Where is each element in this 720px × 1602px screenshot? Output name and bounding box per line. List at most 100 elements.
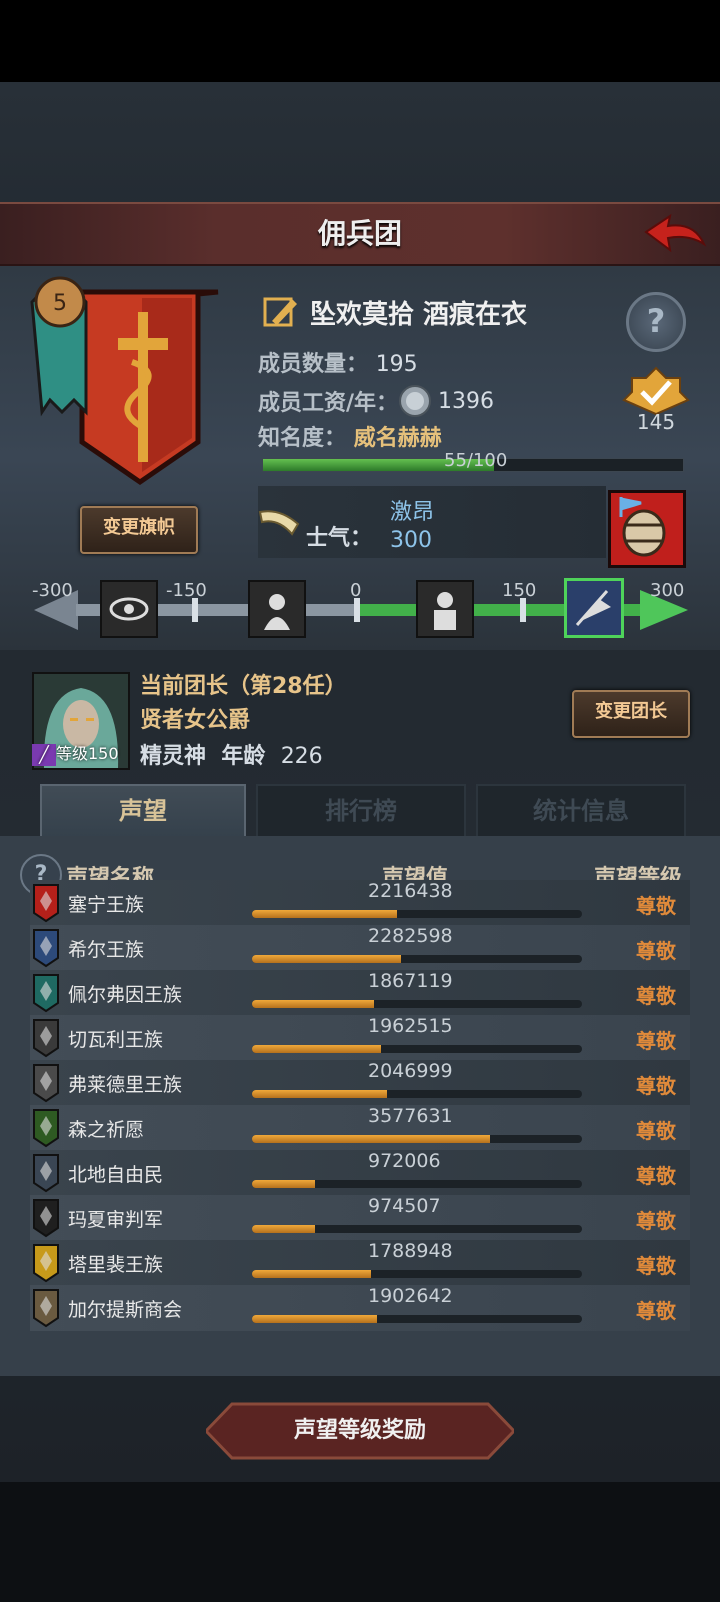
faction-name: 切瓦利王族 [68, 1029, 164, 1051]
reputation-value: 2216438 [368, 880, 453, 902]
faction-crest-icon [33, 929, 59, 968]
reward-button-label: 声望等级奖励 [293, 1418, 426, 1443]
faction-crest-icon [33, 1289, 59, 1328]
svg-text:5: 5 [53, 291, 67, 316]
members-line: 成员数量： 195 [258, 346, 418, 378]
reputation-value: 1788948 [368, 1240, 453, 1262]
tick-label: 150 [502, 580, 537, 601]
table-row[interactable]: 塔里裴王族 1788948 尊敬 [30, 1240, 690, 1286]
reputation-bar-fill [252, 1135, 490, 1143]
change-leader-button[interactable]: 变更团长 [572, 690, 690, 738]
guild-banner-icon: 5 [30, 276, 219, 486]
reputation-level: 尊敬 [636, 1254, 676, 1278]
rank-emblem-icon [622, 366, 690, 416]
guild-name: 坠欢莫拾 酒痕在衣 [310, 299, 528, 330]
members-value: 195 [375, 352, 418, 377]
reputation-value: 1902642 [368, 1285, 453, 1307]
header-bar: 佣兵团 [0, 202, 720, 266]
reputation-level: 尊敬 [636, 1209, 676, 1233]
faction-crest-icon [33, 1154, 59, 1193]
back-arrow-icon[interactable] [642, 210, 708, 258]
faction-crest-icon [33, 1019, 59, 1058]
faction-name: 森之祈愿 [68, 1119, 145, 1141]
leader-title: 当前团长（第28任） [140, 674, 347, 699]
morale-calm-icon[interactable] [416, 580, 474, 638]
morale-inspired-icon[interactable] [564, 578, 624, 638]
morale-despair-icon[interactable] [248, 580, 306, 638]
edit-icon[interactable] [262, 293, 300, 331]
table-row[interactable]: 切瓦利王族 1962515 尊敬 [30, 1015, 690, 1061]
reputation-value: 3577631 [368, 1105, 453, 1127]
reputation-bar [252, 1315, 582, 1323]
reputation-bar [252, 1135, 582, 1143]
reputation-bar-fill [252, 1180, 315, 1188]
barrel-button[interactable] [608, 490, 686, 568]
fame-label: 知名度： [258, 426, 347, 451]
table-row[interactable]: 玛夏审判军 974507 尊敬 [30, 1195, 690, 1241]
leader-meta: 精灵神 年龄 226 [140, 738, 323, 770]
salary-line: 成员工资/年： 1396 [258, 384, 494, 418]
leader-age-value: 226 [280, 744, 323, 769]
tab-statistics[interactable]: 统计信息 [476, 784, 686, 838]
fame-value: 威名赫赫 [353, 426, 442, 451]
morale-value: 300 [390, 528, 432, 553]
tick-label: -300 [32, 580, 73, 601]
table-row[interactable]: 希尔王族 2282598 尊敬 [30, 925, 690, 971]
reputation-bar-fill [252, 1045, 381, 1053]
table-row[interactable]: 佩尔弗因王族 1867119 尊敬 [30, 970, 690, 1016]
reputation-value: 1962515 [368, 1015, 453, 1037]
reputation-level: 尊敬 [636, 1119, 676, 1143]
tab-leaderboard[interactable]: 排行榜 [256, 784, 466, 838]
reputation-bar [252, 1225, 582, 1233]
morale-label: 士气： [306, 526, 373, 551]
tab-reputation[interactable]: 声望 [40, 784, 246, 836]
faction-name: 玛夏审判军 [68, 1209, 164, 1231]
reputation-bar-fill [252, 1270, 371, 1278]
leader-level: ╱ 等级150 [32, 740, 119, 766]
fame-progress-text: 55/100 [444, 450, 508, 471]
tick-label: 300 [650, 580, 685, 601]
faction-crest-icon [33, 1064, 59, 1103]
reputation-bar-fill [252, 1000, 375, 1008]
leader-age-label: 年龄 [221, 744, 266, 769]
faction-crest-icon [33, 974, 59, 1013]
table-row[interactable]: 加尔提斯商会 1902642 尊敬 [30, 1285, 690, 1331]
reputation-bar [252, 910, 582, 918]
rank-badge[interactable]: 145 [622, 366, 690, 436]
reputation-bar [252, 1180, 582, 1188]
reputation-level: 尊敬 [636, 894, 676, 918]
table-row[interactable]: 北地自由民 972006 尊敬 [30, 1150, 690, 1196]
silver-coin-icon [399, 385, 432, 417]
table-row[interactable]: 森之祈愿 3577631 尊敬 [30, 1105, 690, 1151]
table-row[interactable]: 弗莱德里王族 2046999 尊敬 [30, 1060, 690, 1106]
salary-label: 成员工资/年： [258, 391, 399, 416]
reputation-value: 1867119 [368, 970, 453, 992]
faction-crest-icon [33, 1109, 59, 1148]
reputation-level: 尊敬 [636, 939, 676, 963]
reputation-bar-fill [252, 1315, 378, 1323]
reputation-level: 尊敬 [636, 1074, 676, 1098]
faction-crest-icon [33, 884, 59, 923]
morale-state: 激昂 [390, 500, 435, 525]
faction-name: 弗莱德里王族 [68, 1074, 183, 1096]
salary-value: 1396 [438, 388, 495, 414]
game-screen: 佣兵团 5 变更旗帜 坠欢莫拾 酒痕在衣 成员数量： 195 成员工资/年： 1… [0, 0, 720, 1602]
change-flag-button[interactable]: 变更旗帜 [80, 506, 198, 554]
guild-name-row: 坠欢莫拾 酒痕在衣 [262, 290, 527, 334]
faction-name: 塞宁王族 [68, 894, 145, 916]
reputation-bar-fill [252, 910, 398, 918]
reputation-bar-fill [252, 1090, 388, 1098]
guild-help-button[interactable]: ? [626, 292, 686, 352]
morale-eye-icon[interactable] [100, 580, 158, 638]
reputation-bar-fill [252, 1225, 315, 1233]
horn-icon [258, 510, 300, 536]
reputation-bar [252, 1090, 582, 1098]
staff-icon: ╱ [32, 743, 56, 766]
reputation-level: 尊敬 [636, 1164, 676, 1188]
table-row[interactable]: 塞宁王族 2216438 尊敬 [30, 880, 690, 926]
faction-crest-icon [33, 1244, 59, 1283]
morale-scale: -300 -150 0 150 300 [0, 578, 720, 640]
reputation-bar-fill [252, 955, 401, 963]
fame-line: 知名度： 威名赫赫 [258, 420, 442, 452]
faction-crest-icon [33, 1199, 59, 1238]
